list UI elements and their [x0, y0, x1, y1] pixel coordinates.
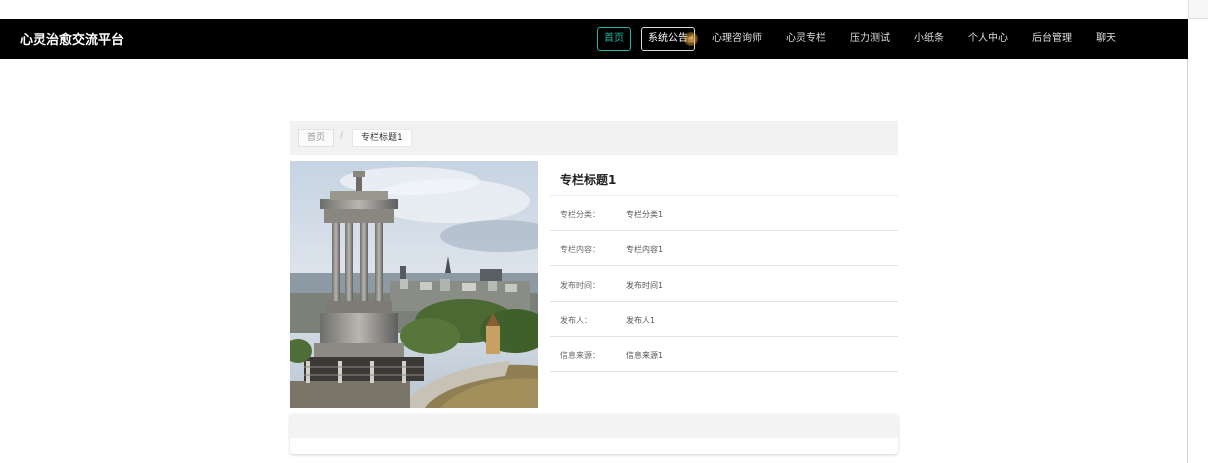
detail-row-source: 信息来源： 信息来源1	[550, 337, 898, 372]
field-label: 专栏内容：	[560, 245, 600, 254]
browser-top-strip	[0, 0, 1208, 19]
field-value: 信息来源1	[626, 351, 664, 360]
field-label: 发布人：	[560, 316, 592, 325]
nav-home[interactable]: 首页	[597, 27, 631, 51]
breadcrumb-home[interactable]: 首页	[298, 129, 335, 147]
field-label: 发布时间：	[560, 281, 600, 290]
column-detail-panel: 专栏标题1 专栏分类： 专栏分类1 专栏内容： 专栏内容1 发布时间： 发布时间…	[550, 161, 898, 373]
nav-notes[interactable]: 小纸条	[907, 27, 951, 51]
breadcrumb-separator: /	[340, 131, 344, 141]
site-brand[interactable]: 心灵治愈交流平台	[20, 29, 124, 48]
nav-chat[interactable]: 聊天	[1089, 27, 1123, 51]
hand-pointer-icon: ☝	[688, 34, 695, 45]
detail-row-category: 专栏分类： 专栏分类1	[550, 196, 898, 231]
breadcrumb-current: 专栏标题1	[352, 129, 412, 147]
page-right-border	[1187, 59, 1188, 463]
content-panel-header	[290, 414, 898, 438]
field-label: 信息来源：	[560, 351, 600, 360]
content-panel	[290, 414, 898, 454]
field-value: 发布时间1	[626, 281, 664, 290]
nav-column[interactable]: 心灵专栏	[779, 27, 833, 51]
detail-row-publish-time: 发布时间： 发布时间1	[550, 267, 898, 302]
column-title: 专栏标题1	[560, 173, 617, 187]
field-value: 专栏分类1	[626, 210, 664, 219]
field-value: 发布人1	[626, 316, 656, 325]
detail-row-content: 专栏内容： 专栏内容1	[550, 231, 898, 266]
nav-admin[interactable]: 后台管理	[1025, 27, 1079, 51]
nav-stress-test[interactable]: 压力测试	[843, 27, 897, 51]
field-label: 专栏分类：	[560, 210, 600, 219]
column-cover-image	[290, 161, 538, 408]
field-value: 专栏内容1	[626, 245, 664, 254]
nav-counselors[interactable]: 心理咨询师	[705, 27, 769, 51]
main-nav: 首页 系统公告 心理咨询师 心灵专栏 压力测试 小纸条 个人中心 后台管理 聊天	[597, 22, 1133, 56]
top-navbar: 心灵治愈交流平台 首页 系统公告 心理咨询师 心灵专栏 压力测试 小纸条 个人中…	[0, 19, 1188, 59]
page: 心灵治愈交流平台 首页 系统公告 心理咨询师 心灵专栏 压力测试 小纸条 个人中…	[0, 0, 1208, 463]
nav-profile[interactable]: 个人中心	[961, 27, 1015, 51]
detail-row-publisher: 发布人： 发布人1	[550, 302, 898, 337]
monument-photo	[290, 161, 538, 408]
scrollbar-corner[interactable]	[1188, 0, 1208, 19]
breadcrumb: 首页 / 专栏标题1	[290, 121, 898, 155]
